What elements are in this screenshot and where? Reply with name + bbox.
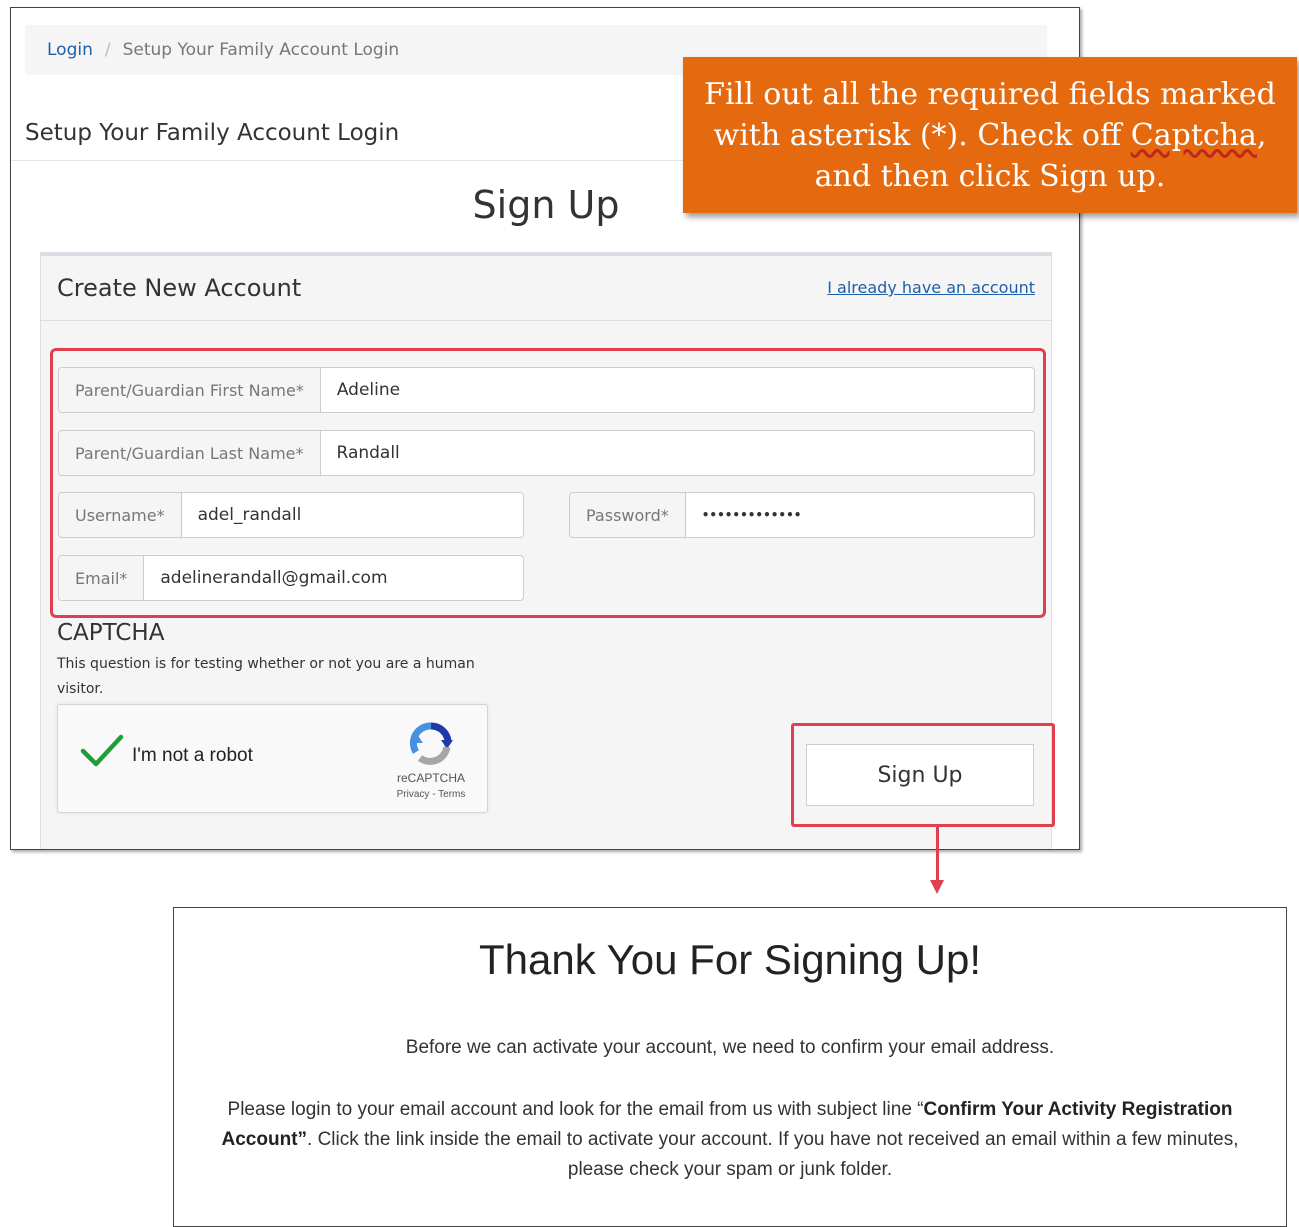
thank-you-screenshot: Thank You For Signing Up! Before we can … <box>173 907 1287 1227</box>
callout-line-2-comma: , <box>1256 118 1267 153</box>
recaptcha-brand: reCAPTCHA <box>396 771 465 785</box>
breadcrumb-separator: / <box>104 40 111 60</box>
callout-line-1: Fill out all the required fields marked <box>704 77 1276 112</box>
breadcrumb-login-link[interactable]: Login <box>47 40 93 60</box>
already-have-account-link[interactable]: I already have an account <box>827 278 1035 297</box>
panel-header: Create New Account I already have an acc… <box>41 256 1051 321</box>
recaptcha-logo-icon <box>407 721 455 770</box>
thank-you-paragraph-1: Before we can activate your account, we … <box>405 1037 1055 1058</box>
thank-you-p2-end: . Click the link inside the email to act… <box>307 1129 1239 1180</box>
thank-you-paragraph-2: Please login to your email account and l… <box>194 1095 1266 1185</box>
captcha-description: This question is for testing whether or … <box>57 656 475 697</box>
checkmark-icon[interactable] <box>80 733 124 774</box>
callout-line-3: and then click Sign up. <box>814 159 1166 194</box>
page-heading: Setup Your Family Account Login <box>25 120 400 146</box>
recaptcha-label: I'm not a robot <box>132 745 253 766</box>
panel-title: Create New Account <box>57 274 302 302</box>
callout-captcha-word: Captcha <box>1130 118 1257 153</box>
instruction-callout: Fill out all the required fields marked … <box>683 57 1297 213</box>
arrow-line <box>936 826 939 881</box>
recaptcha-terms-link[interactable]: Privacy - Terms <box>376 789 486 800</box>
recaptcha-widget[interactable]: I'm not a robot reCAPTCHA Privacy - Term… <box>57 704 488 813</box>
thank-you-p2-start: Please login to your email account and l… <box>227 1099 924 1120</box>
breadcrumb-current: Setup Your Family Account Login <box>122 40 400 60</box>
arrow-down-icon <box>930 880 944 894</box>
required-fields-highlight <box>50 348 1046 618</box>
callout-line-2: with asterisk (*). Check off Captcha, <box>687 115 1293 156</box>
captcha-title: CAPTCHA <box>57 620 165 646</box>
callout-line-2-text: with asterisk (*). Check off <box>713 118 1131 153</box>
sign-up-button-highlight <box>791 723 1055 827</box>
create-account-panel: Create New Account I already have an acc… <box>40 252 1055 849</box>
thank-you-title: Thank You For Signing Up! <box>479 936 981 983</box>
